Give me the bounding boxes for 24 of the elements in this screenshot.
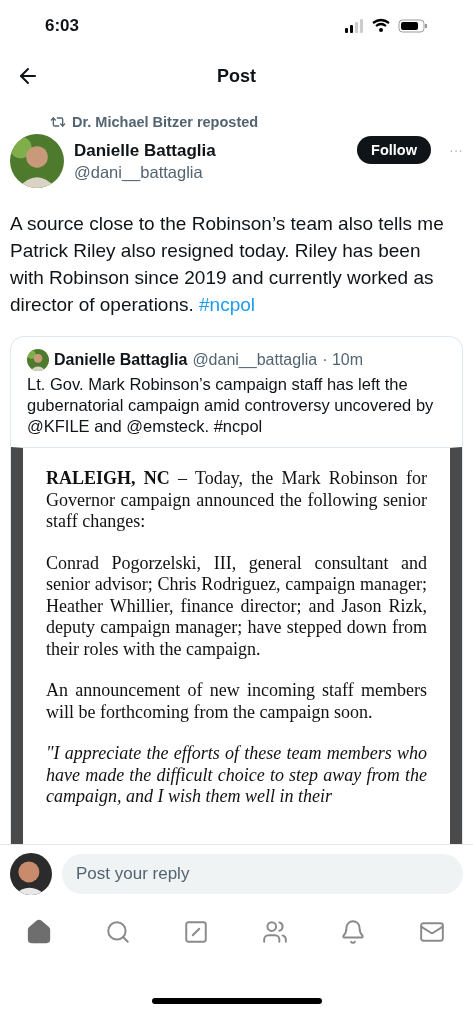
avatar (10, 134, 64, 188)
quoted-post-text: Lt. Gov. Mark Robinson’s campaign staff has left the gubernatorial campaign amid controversy uncovered by @KFILE and @emsteck. #ncpol (27, 374, 435, 437)
document-paragraph: RALEIGH, NC – Today, the Mark Robinson for Governor campaign announced the following senior staff changes: (46, 468, 427, 533)
wifi-icon (371, 18, 391, 32)
document-paragraph: Conrad Pogorzelski, III, general consultant and senior advisor; Chris Rodriguez, campaign manager; Heather Whillier, finance director; and Jason Rizk, deputy campaign manager; have stepped down from their roles with the campaign. (46, 552, 427, 660)
author-name[interactable]: Danielle Battaglia (74, 140, 348, 161)
post-text: A source close to the Robinson’s team also tells me Patrick Riley also resigned today. Riley has been with Robinson since 2019 and currently worked as director of operations. #ncpol (10, 212, 445, 317)
quoted-author-handle: @dani__battaglia (192, 351, 318, 369)
reply-field[interactable]: Post your reply (62, 854, 463, 894)
document-paragraph: "I appreciate the efforts of these team members who have made the difficult choice to step away from the campaign, and I wish them well in their (46, 743, 427, 808)
status-time: 6:03 (45, 16, 80, 36)
follow-button[interactable]: Follow (357, 136, 431, 164)
document-paragraph: An announcement of new incoming staff members will be forthcoming from the campaign soon. (46, 680, 427, 723)
quoted-post[interactable] (10, 336, 463, 844)
avatar (27, 349, 49, 371)
battery-icon (398, 19, 427, 33)
avatar (10, 853, 52, 895)
quoted-author-name: Danielle Battaglia (54, 351, 188, 369)
repost-label: Dr. Michael Bitzer reposted (72, 114, 259, 130)
repost-icon (50, 114, 66, 130)
author-handle[interactable]: @dani__battaglia (74, 162, 348, 182)
signal-icon (345, 19, 363, 33)
page-title: Post (217, 65, 256, 87)
quoted-post-time: · 10m (322, 351, 364, 369)
